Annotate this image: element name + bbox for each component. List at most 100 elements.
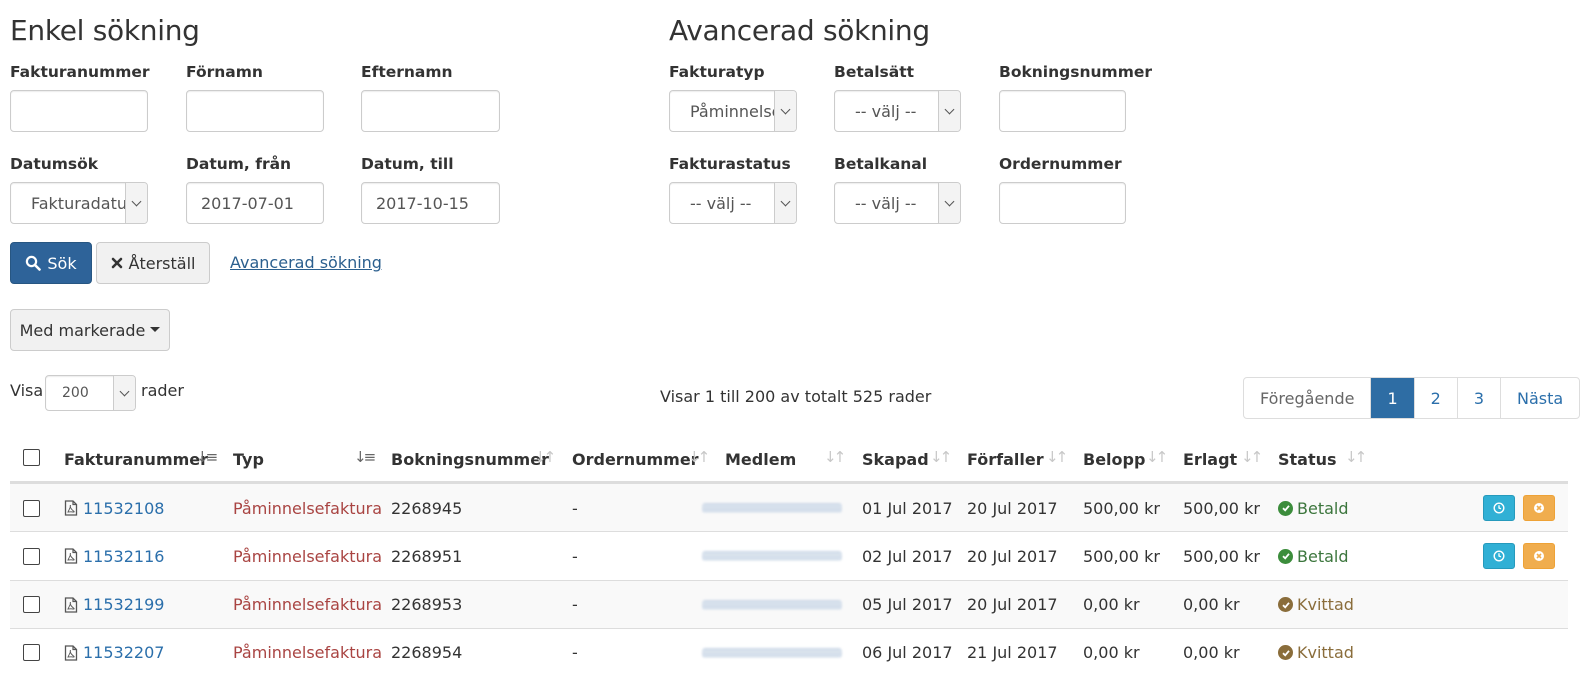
close-icon [111, 257, 122, 269]
results-summary: Visar 1 till 200 av totalt 525 rader [660, 387, 932, 406]
pagination-prev[interactable]: Föregående [1244, 378, 1372, 418]
fakturanummer-input[interactable] [10, 90, 148, 132]
invoice-number-link[interactable]: 11532199 [83, 595, 164, 614]
invoice-number-link[interactable]: 11532116 [83, 547, 164, 566]
betalkanal-select[interactable]: -- välj -- [834, 182, 961, 224]
sort-icon[interactable]: ↓↑ [688, 448, 710, 466]
fakturastatus-select[interactable]: -- välj -- [669, 182, 797, 224]
invoice-type: Påminnelsefaktura [233, 643, 383, 663]
pagination-next[interactable]: Nästa [1501, 378, 1579, 418]
advanced-search-link[interactable]: Avancerad sökning [230, 253, 382, 272]
sort-icon[interactable]: ↓↑ [1146, 448, 1168, 466]
pagination-page-3[interactable]: 3 [1458, 378, 1501, 418]
invoice-type: Påminnelsefaktura [233, 546, 383, 566]
pagination-page-1[interactable]: 1 [1371, 378, 1415, 418]
row-checkbox[interactable] [23, 499, 40, 517]
status-badge: Kvittad [1278, 629, 1354, 677]
reset-button[interactable]: Återställ [96, 242, 210, 284]
clock-button[interactable] [1483, 495, 1515, 521]
chevron-down-icon [774, 183, 796, 223]
pdf-file-icon[interactable] [64, 500, 78, 516]
row-checkbox[interactable] [23, 644, 40, 662]
pagination-page-2[interactable]: 2 [1415, 378, 1458, 418]
reset-button-label: Återställ [128, 253, 196, 273]
order-number: - [572, 595, 578, 615]
invoice-number-link[interactable]: 11532207 [83, 643, 164, 662]
paid-amount: 0,00 kr [1183, 643, 1240, 663]
sort-desc-icon[interactable]: ↓≡ [354, 448, 376, 466]
col-ordernummer[interactable]: Ordernummer [572, 450, 699, 469]
check-circle-icon [1278, 645, 1293, 661]
search-button[interactable]: Sök [10, 242, 92, 284]
bulk-actions-label: Med markerade [19, 320, 146, 340]
bulk-actions-dropdown[interactable]: Med markerade [10, 309, 170, 351]
cancel-button[interactable] [1523, 495, 1555, 521]
invoice-type: Påminnelsefaktura [233, 595, 383, 615]
paid-amount: 500,00 kr [1183, 546, 1260, 566]
col-status[interactable]: Status [1278, 450, 1337, 469]
col-bokningsnummer[interactable]: Bokningsnummer [391, 450, 549, 469]
col-medlem[interactable]: Medlem [725, 450, 796, 469]
rows-label: rader [141, 381, 184, 400]
status-text: Kvittad [1297, 595, 1354, 615]
fakturatyp-label: Fakturatyp [669, 63, 765, 81]
sort-icon[interactable]: ↓↑ [930, 448, 952, 466]
amount: 500,00 kr [1083, 546, 1160, 566]
cancel-circle-icon [1534, 551, 1544, 562]
cancel-circle-icon [1534, 503, 1544, 513]
sort-icon[interactable]: ↓↑ [1241, 448, 1263, 466]
select-all-checkbox[interactable] [23, 449, 40, 466]
table-row: 11532199 Påminnelsefaktura 2268953 - 05 … [10, 579, 1568, 629]
due-date: 21 Jul 2017 [967, 643, 1058, 663]
table-row: 11532207 Påminnelsefaktura 2268954 - 06 … [10, 627, 1568, 677]
col-typ[interactable]: Typ [233, 450, 264, 469]
pdf-file-icon[interactable] [64, 596, 78, 613]
status-badge: Kvittad [1278, 581, 1354, 629]
fakturatyp-select[interactable]: Påminnelsefaktura [669, 90, 797, 132]
efternamn-input[interactable] [361, 90, 500, 132]
sort-icon[interactable]: ↓↑ [1046, 448, 1068, 466]
col-fakturanummer[interactable]: Fakturanummer [64, 450, 208, 469]
col-belopp[interactable]: Belopp [1083, 450, 1145, 469]
invoice-number-link[interactable]: 11532108 [83, 499, 164, 518]
sort-icon[interactable]: ↓↑ [1345, 448, 1367, 466]
clock-icon [1493, 550, 1505, 562]
ordernummer-input[interactable] [999, 182, 1126, 224]
datumsok-value: Fakturadatum [31, 193, 125, 213]
datumsok-select[interactable]: Fakturadatum [10, 182, 148, 224]
order-number: - [572, 643, 578, 663]
betalsatt-select[interactable]: -- välj -- [834, 90, 961, 132]
sort-icon[interactable]: ↓↑ [534, 448, 556, 466]
pdf-file-icon[interactable] [64, 645, 78, 661]
bokningsnummer-input[interactable] [999, 90, 1126, 132]
table-row: 11532108 Påminnelsefaktura 2268945 - 01 … [10, 483, 1568, 531]
rows-per-page-value: 200 [62, 385, 89, 401]
sort-desc-icon[interactable]: ↓≡ [196, 448, 218, 466]
paid-amount: 0,00 kr [1183, 595, 1240, 615]
sort-icon[interactable]: ↓↑ [824, 448, 846, 466]
row-actions [1483, 532, 1555, 580]
due-date: 20 Jul 2017 [967, 595, 1058, 615]
cancel-button[interactable] [1523, 543, 1555, 570]
ordernummer-label: Ordernummer [999, 155, 1122, 173]
efternamn-label: Efternamn [361, 63, 453, 81]
amount: 500,00 kr [1083, 498, 1160, 518]
fornamn-input[interactable] [186, 90, 324, 132]
amount: 0,00 kr [1083, 643, 1140, 663]
row-checkbox[interactable] [23, 547, 40, 565]
fakturastatus-label: Fakturastatus [669, 155, 791, 173]
col-forfaller[interactable]: Förfaller [967, 450, 1044, 469]
status-badge: Betald [1278, 484, 1349, 532]
chevron-down-icon [938, 183, 960, 223]
rows-per-page-select[interactable]: 200 [45, 375, 136, 411]
col-erlagt[interactable]: Erlagt [1183, 450, 1237, 469]
pdf-file-icon[interactable] [64, 548, 78, 564]
col-skapad[interactable]: Skapad [862, 450, 929, 469]
row-actions [1483, 484, 1555, 532]
row-checkbox[interactable] [23, 596, 40, 614]
clock-button[interactable] [1483, 543, 1515, 570]
created-date: 02 Jul 2017 [862, 546, 953, 566]
chevron-down-icon [125, 183, 147, 223]
datum-till-input[interactable]: 2017-10-15 [361, 182, 500, 224]
datum-fran-input[interactable]: 2017-07-01 [186, 182, 324, 224]
